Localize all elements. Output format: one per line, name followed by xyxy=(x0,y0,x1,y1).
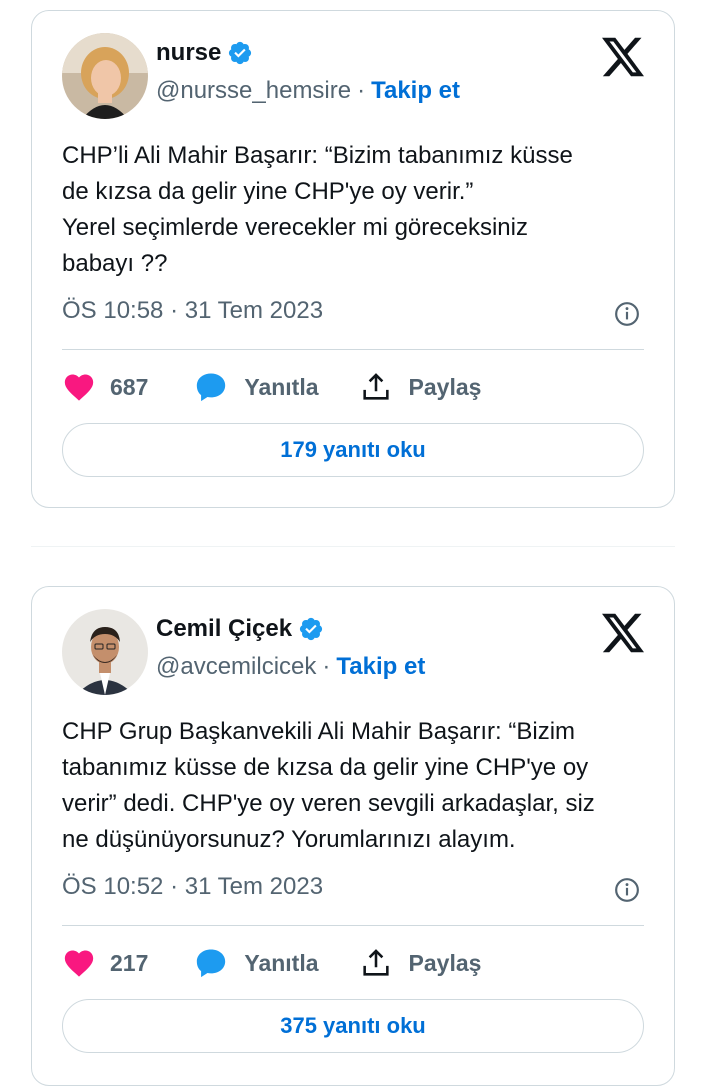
tweet-text: CHP Grup Başkanvekili Ali Mahir Başarır:… xyxy=(62,718,595,853)
verified-badge-icon xyxy=(229,41,252,65)
reply-button[interactable]: Yanıtla xyxy=(194,370,319,404)
divider xyxy=(62,349,644,350)
separator-line xyxy=(31,546,675,547)
heart-icon xyxy=(64,374,94,401)
timestamp[interactable]: ÖS 10:58 · 31 Tem 2023 xyxy=(62,297,323,325)
reply-label: Yanıtla xyxy=(244,373,319,400)
x-logo-icon[interactable] xyxy=(602,37,644,77)
reply-button[interactable]: Yanıtla xyxy=(194,946,319,980)
x-logo-icon[interactable] xyxy=(602,613,644,653)
like-count: 217 xyxy=(110,949,149,976)
timestamp[interactable]: ÖS 10:52 · 31 Tem 2023 xyxy=(62,873,323,901)
share-button[interactable]: Paylaş xyxy=(359,370,482,404)
separator-dot: · xyxy=(322,653,331,680)
like-button[interactable]: 687 xyxy=(62,370,148,404)
reply-bubble-icon xyxy=(197,949,226,978)
like-button[interactable]: 217 xyxy=(62,946,148,980)
share-icon xyxy=(362,949,389,976)
handle[interactable]: @nursse_hemsire xyxy=(156,77,351,104)
heart-icon xyxy=(64,950,94,977)
follow-link[interactable]: Takip et xyxy=(336,653,425,680)
separator-dot: · xyxy=(357,77,366,104)
avatar[interactable] xyxy=(62,609,148,695)
info-icon[interactable] xyxy=(614,301,640,327)
read-replies-button[interactable]: 375 yanıtı oku xyxy=(62,999,644,1053)
divider xyxy=(62,925,644,926)
share-label: Paylaş xyxy=(408,373,482,400)
display-name[interactable]: nurse xyxy=(156,39,221,67)
handle[interactable]: @avcemilcicek xyxy=(156,653,316,680)
follow-link[interactable]: Takip et xyxy=(371,77,460,104)
share-icon xyxy=(362,373,389,400)
verified-badge-icon xyxy=(299,617,323,641)
reply-label: Yanıtla xyxy=(244,949,319,976)
like-count: 687 xyxy=(110,373,149,400)
share-button[interactable]: Paylaş xyxy=(359,946,482,980)
avatar[interactable] xyxy=(62,33,148,119)
tweet-text: CHP’li Ali Mahir Başarır: “Bizim tabanım… xyxy=(62,142,573,277)
info-icon[interactable] xyxy=(614,877,640,903)
share-label: Paylaş xyxy=(408,949,482,976)
tweet-card: nurse @nursse_hemsire · Takip et CHP’li Al… xyxy=(31,10,675,508)
tweet-card: Cemil Çiçek @avcemilcicek · Takip et CHP G… xyxy=(31,586,675,1086)
read-replies-button[interactable]: 179 yanıtı oku xyxy=(62,423,644,477)
display-name[interactable]: Cemil Çiçek xyxy=(156,615,292,643)
reply-bubble-icon xyxy=(197,373,226,402)
